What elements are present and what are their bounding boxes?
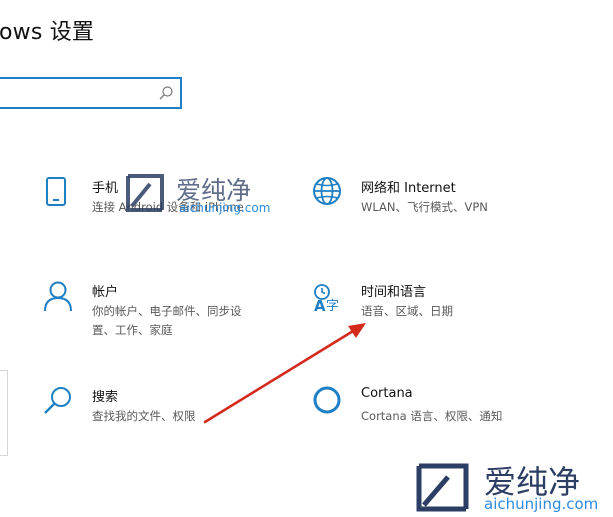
watermark-brand: 爱纯净: [484, 463, 581, 501]
svg-text:A: A: [314, 297, 326, 315]
cortana-ring-icon: [313, 386, 341, 414]
tile-cortana-name: Cortana: [361, 386, 413, 401]
tile-accounts-desc: 你的帐户、电子邮件、同步设置、工作、家庭: [92, 304, 242, 337]
tile-search-desc: 查找我的文件、权限: [92, 409, 196, 423]
phone-icon: [46, 177, 66, 206]
search-input[interactable]: [0, 77, 182, 109]
watermark-url: aichunjing.com: [484, 495, 599, 513]
settings-window: ows 设置 手机 连接 Android 设备和 iPhone 网络和 Inte…: [0, 0, 613, 517]
tile-time-language-name: 时间和语言: [361, 285, 427, 300]
tile-time-language[interactable]: A 字 时间和语言 语音、区域、日期: [312, 281, 562, 341]
tile-phone-name: 手机: [92, 181, 119, 196]
tile-accounts-name: 帐户: [92, 285, 119, 300]
globe-icon: [313, 177, 341, 205]
tile-cortana-desc: Cortana 语言、权限、通知: [361, 409, 503, 423]
tile-accounts[interactable]: 帐户 你的帐户、电子邮件、同步设置、工作、家庭: [43, 281, 293, 356]
page-title: ows 设置: [0, 20, 95, 45]
side-panel-edge: [0, 370, 8, 456]
tile-search-name: 搜索: [92, 390, 119, 405]
tile-phone[interactable]: 手机 连接 Android 设备和 iPhone: [43, 177, 293, 237]
tile-time-language-desc: 语音、区域、日期: [361, 304, 453, 318]
tile-network-desc: WLAN、飞行模式、VPN: [361, 200, 488, 214]
person-icon: [44, 281, 72, 312]
svg-text:字: 字: [326, 299, 339, 314]
tile-network-name: 网络和 Internet: [361, 181, 456, 196]
tile-phone-desc: 连接 Android 设备和 iPhone: [92, 200, 244, 214]
search-icon[interactable]: [158, 85, 174, 101]
magnifier-icon: [44, 387, 71, 414]
time-language-icon: A 字: [314, 284, 339, 315]
watermark-logo-corner: 爱纯净 aichunjing.com: [414, 459, 612, 515]
tile-search[interactable]: 搜索 查找我的文件、权限: [43, 386, 293, 446]
tile-network[interactable]: 网络和 Internet WLAN、飞行模式、VPN: [312, 177, 562, 237]
tile-cortana[interactable]: Cortana Cortana 语言、权限、通知: [312, 386, 562, 446]
watermark-logo-icon: [416, 463, 469, 512]
